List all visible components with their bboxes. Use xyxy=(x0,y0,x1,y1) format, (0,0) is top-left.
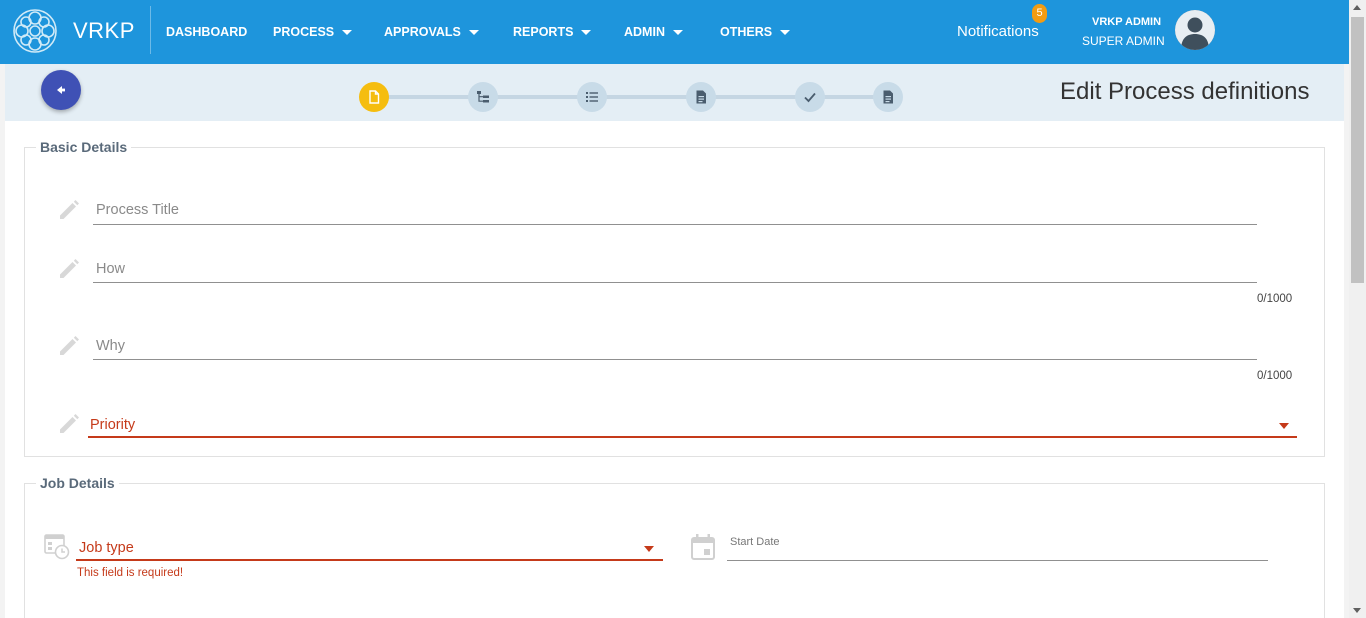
job-type-underline xyxy=(76,559,663,561)
chevron-down-icon xyxy=(672,29,683,35)
nav-process[interactable]: PROCESS xyxy=(273,25,353,39)
nav-reports[interactable]: REPORTS xyxy=(513,25,592,39)
document-icon xyxy=(883,90,893,104)
pencil-icon xyxy=(60,200,79,219)
hierarchy-icon xyxy=(477,91,489,103)
user-avatar-icon[interactable] xyxy=(1175,10,1215,50)
job-type-error-message: This field is required! xyxy=(77,567,184,579)
pencil-icon xyxy=(60,336,79,355)
page-scrollbar[interactable] xyxy=(1349,0,1366,618)
why-underline xyxy=(93,359,1257,360)
step-basic-details[interactable] xyxy=(359,82,389,112)
file-icon xyxy=(369,90,380,104)
brand-logo-icon[interactable] xyxy=(10,6,60,56)
pencil-icon xyxy=(60,259,79,278)
chevron-down-icon[interactable] xyxy=(1279,423,1289,429)
nav-admin[interactable]: ADMIN xyxy=(624,25,683,39)
priority-select[interactable]: Priority xyxy=(90,417,135,433)
nav-others-label: OTHERS xyxy=(720,25,773,39)
job-details-section xyxy=(24,483,1325,618)
process-title-input[interactable]: Process Title xyxy=(96,202,179,218)
chevron-down-icon xyxy=(780,29,791,35)
priority-underline xyxy=(88,436,1297,438)
step-hierarchy[interactable] xyxy=(468,82,498,112)
nav-admin-label: ADMIN xyxy=(624,25,665,39)
scroll-thumb[interactable] xyxy=(1351,17,1364,283)
top-navbar: VRKP DASHBOARD PROCESS APPROVALS REPORTS… xyxy=(0,0,1349,64)
scroll-down-icon[interactable] xyxy=(1353,608,1361,613)
arrow-left-icon xyxy=(57,86,65,94)
scroll-up-icon[interactable] xyxy=(1353,5,1361,10)
user-role: SUPER ADMIN xyxy=(1082,34,1165,48)
nav-reports-label: REPORTS xyxy=(513,25,574,39)
chevron-down-icon xyxy=(342,29,353,35)
basic-details-section xyxy=(24,147,1325,457)
nav-dashboard[interactable]: DASHBOARD xyxy=(166,25,247,39)
pencil-icon xyxy=(60,414,79,433)
check-icon xyxy=(804,92,816,103)
step-summary[interactable] xyxy=(873,82,903,112)
step-list[interactable] xyxy=(577,82,607,112)
brand-divider xyxy=(150,6,151,54)
step-review[interactable] xyxy=(795,82,825,112)
how-underline xyxy=(93,282,1257,283)
list-icon xyxy=(586,92,598,102)
page-title: Edit Process definitions xyxy=(1060,78,1310,105)
brand-name[interactable]: VRKP xyxy=(73,18,135,44)
user-name[interactable]: VRKP ADMIN xyxy=(1092,16,1161,28)
start-date-label: Start Date xyxy=(730,536,780,548)
nav-others[interactable]: OTHERS xyxy=(720,25,791,39)
start-date-input[interactable] xyxy=(727,560,1268,561)
document-icon xyxy=(696,90,706,104)
chevron-down-icon xyxy=(468,29,479,35)
job-type-select[interactable]: Job type xyxy=(79,540,134,556)
how-textarea[interactable]: How xyxy=(96,261,125,277)
why-textarea[interactable]: Why xyxy=(96,338,125,354)
notifications-link[interactable]: Notifications xyxy=(957,23,1039,40)
nav-approvals-label: APPROVALS xyxy=(384,25,461,39)
process-title-underline xyxy=(93,224,1257,225)
calendar-clock-icon xyxy=(44,534,70,560)
chevron-down-icon[interactable] xyxy=(644,546,654,552)
nav-approvals[interactable]: APPROVALS xyxy=(384,25,479,39)
job-details-legend: Job Details xyxy=(36,475,119,491)
how-char-counter: 0/1000 xyxy=(1257,293,1293,305)
chevron-down-icon xyxy=(581,29,592,35)
calendar-icon[interactable] xyxy=(690,533,716,561)
nav-process-label: PROCESS xyxy=(273,25,335,39)
notifications-badge: 5 xyxy=(1032,4,1047,23)
nav-dashboard-label: DASHBOARD xyxy=(166,25,248,39)
back-button[interactable] xyxy=(41,70,81,110)
why-char-counter: 0/1000 xyxy=(1257,370,1293,382)
step-document[interactable] xyxy=(686,82,716,112)
basic-details-legend: Basic Details xyxy=(36,139,132,155)
